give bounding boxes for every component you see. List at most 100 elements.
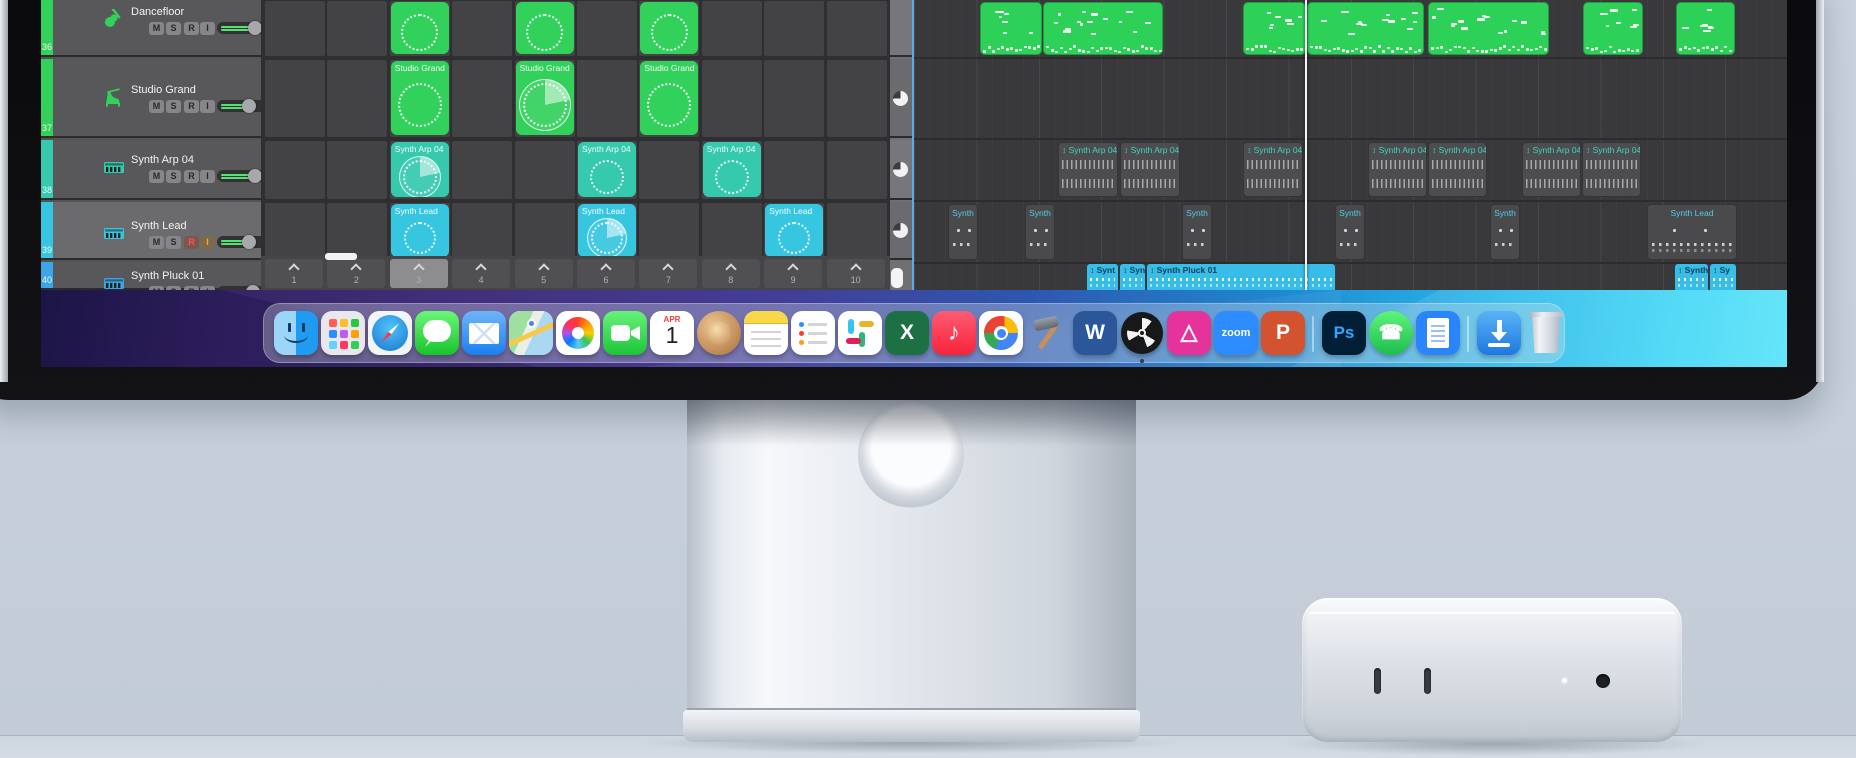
slack-icon[interactable]	[838, 311, 882, 355]
loop-clip[interactable]: Studio Grand	[640, 61, 699, 135]
column-trigger-1[interactable]: 1	[265, 259, 323, 288]
loop-cell[interactable]	[452, 141, 513, 199]
solo-button[interactable]: S	[166, 236, 181, 249]
fan-icon[interactable]	[1120, 311, 1164, 355]
solo-button[interactable]: S	[166, 170, 181, 183]
whatsapp-icon[interactable]: ☎	[1369, 311, 1413, 355]
volume-knob[interactable]	[246, 285, 260, 290]
loop-clip[interactable]: Studio Grand	[390, 61, 449, 135]
loop-cell[interactable]	[639, 141, 700, 199]
midi-region-dancefloor[interactable]	[1428, 2, 1549, 55]
loop-cell[interactable]	[265, 203, 325, 259]
loop-cell[interactable]	[452, 60, 513, 137]
track-header-synth-arp-04[interactable]: 38 Synth Arp 04 M S R I	[41, 140, 298, 200]
input-monitor-button[interactable]: I	[200, 22, 215, 35]
audio-clip-synth-arp[interactable]: ↕ Synth Arp 04	[1522, 142, 1581, 197]
midi-region-dancefloor[interactable]	[1676, 2, 1735, 55]
loop-clip[interactable]: Synth Lead	[578, 204, 636, 257]
mute-button[interactable]: M	[149, 236, 164, 249]
loop-clip[interactable]	[390, 2, 449, 54]
track-header-synth-lead[interactable]: 39 Synth Lead M S R I	[41, 202, 298, 260]
mute-button[interactable]: M	[149, 22, 164, 35]
record-enable-button[interactable]: R	[184, 236, 199, 249]
facetime-icon[interactable]	[603, 311, 647, 355]
loop-cell[interactable]	[826, 141, 887, 199]
word-icon[interactable]: W	[1073, 311, 1117, 355]
volume-knob[interactable]	[242, 235, 256, 249]
loop-cell[interactable]	[265, 60, 325, 137]
horizontal-scrollbar-thumb[interactable]	[325, 253, 357, 260]
column-trigger-8[interactable]: 8	[701, 259, 760, 288]
mail-icon[interactable]	[462, 311, 506, 355]
midi-clip-synth[interactable]: Synth	[1025, 204, 1055, 260]
loop-cell[interactable]	[701, 203, 762, 259]
messages-icon[interactable]	[415, 311, 459, 355]
loop-cell[interactable]	[265, 1, 325, 56]
audio-clip-synth-arp[interactable]: ↕ Synth Arp 04	[1582, 142, 1641, 197]
volume-knob[interactable]	[242, 99, 256, 113]
input-monitor-button[interactable]: I	[200, 100, 215, 113]
loop-cell[interactable]	[764, 141, 825, 199]
launchpad-icon[interactable]	[321, 311, 365, 355]
solo-button[interactable]: S	[166, 100, 181, 113]
powerpoint-icon[interactable]: P	[1261, 311, 1305, 355]
audio-clip-synth-arp[interactable]: ↕ Synth Arp 04	[1368, 142, 1427, 197]
column-trigger-4[interactable]: 4	[452, 259, 511, 288]
loop-clip[interactable]: Synth Lead	[390, 204, 449, 257]
docs-icon[interactable]	[1416, 311, 1460, 355]
mute-button[interactable]: M	[149, 170, 164, 183]
record-enable-button[interactable]: R	[184, 100, 199, 113]
midi-region-dancefloor[interactable]	[1307, 2, 1424, 55]
mute-button[interactable]: M	[149, 286, 164, 290]
volume-knob[interactable]	[248, 169, 262, 183]
music-icon[interactable]: ♪	[932, 311, 976, 355]
loop-cell[interactable]	[764, 1, 825, 56]
playhead[interactable]	[1305, 0, 1307, 290]
input-monitor-button[interactable]: I	[200, 286, 215, 290]
loop-cell[interactable]	[826, 60, 887, 137]
loop-cell[interactable]	[452, 1, 513, 56]
loop-cell[interactable]	[327, 60, 388, 137]
midi-region-dancefloor[interactable]	[1043, 2, 1163, 55]
excel-icon[interactable]: X	[885, 311, 929, 355]
loop-clip[interactable]: Studio Grand	[515, 61, 574, 135]
loop-cell[interactable]	[577, 60, 637, 137]
column-trigger-6[interactable]: 6	[577, 259, 635, 288]
loop-cell[interactable]	[639, 203, 700, 259]
track-header-dancefloor[interactable]: 36 Dancefloor M S R I	[41, 0, 298, 57]
input-monitor-button[interactable]: I	[200, 236, 215, 249]
loop-clip[interactable]: Synth Lead	[765, 204, 824, 257]
loop-cell[interactable]	[327, 141, 388, 199]
downloads-icon[interactable]	[1477, 311, 1521, 355]
loop-clip[interactable]: Synth Arp 04	[390, 142, 449, 197]
trash-icon[interactable]	[1524, 311, 1568, 355]
midi-clip-synth-pluck[interactable]: ↕ Synth	[1675, 264, 1708, 290]
loop-clip[interactable]	[515, 2, 574, 54]
track-header-studio-grand[interactable]: 37 Studio Grand M S R I	[41, 59, 298, 138]
solo-button[interactable]: S	[166, 286, 181, 290]
loop-clip[interactable]	[640, 2, 699, 54]
midi-clip-synth[interactable]: Synth	[1490, 204, 1520, 260]
loop-cell[interactable]	[826, 1, 887, 56]
loop-cell[interactable]	[701, 60, 762, 137]
hammer-icon[interactable]	[1026, 311, 1070, 355]
column-trigger-10[interactable]: 10	[826, 259, 885, 288]
midi-clip-synth-pluck[interactable]: ↕ Sy	[1710, 264, 1736, 290]
volume-knob[interactable]	[248, 21, 262, 35]
safari-icon[interactable]	[368, 311, 412, 355]
record-enable-button[interactable]: R	[184, 170, 199, 183]
midi-clip-synth[interactable]: Synth	[1335, 204, 1365, 260]
reminders-icon[interactable]	[791, 311, 835, 355]
column-trigger-7[interactable]: 7	[639, 259, 698, 288]
midi-clip-synth-pluck[interactable]: ↕ Synt	[1087, 264, 1118, 290]
audio-clip-synth-arp[interactable]: ↕ Synth Arp 04	[1120, 142, 1180, 197]
midi-region-dancefloor[interactable]	[980, 2, 1042, 55]
chrome-icon[interactable]	[979, 311, 1023, 355]
record-enable-button[interactable]: R	[184, 286, 199, 290]
loop-cell[interactable]	[764, 60, 825, 137]
loop-cell[interactable]	[452, 203, 513, 259]
loop-clip[interactable]: Synth Arp 04	[702, 142, 761, 197]
midi-region-dancefloor[interactable]	[1583, 2, 1643, 55]
finder-icon[interactable]	[274, 311, 318, 355]
zoom-icon[interactable]: zoom	[1214, 311, 1258, 355]
